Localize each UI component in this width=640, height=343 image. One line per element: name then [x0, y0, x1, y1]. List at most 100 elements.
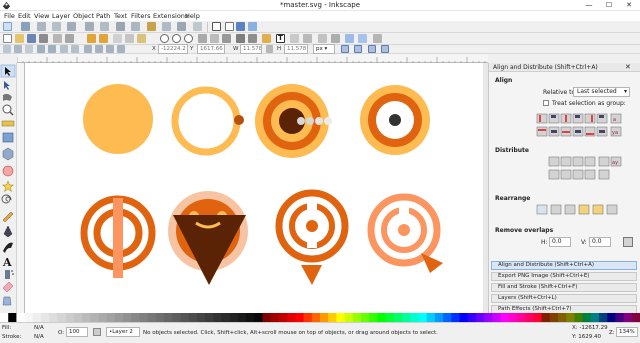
palette-swatch[interactable] [98, 313, 108, 322]
palette-swatch[interactable] [131, 313, 140, 322]
palette-swatch[interactable] [254, 313, 264, 322]
flip-vertical-icon[interactable] [71, 45, 79, 53]
palette-swatch[interactable] [246, 313, 255, 322]
palette-swatch[interactable] [237, 313, 247, 322]
duplicate-icon[interactable] [198, 34, 207, 43]
palette-swatch[interactable] [418, 313, 428, 322]
icon-target-with-bar[interactable] [80, 195, 156, 278]
dock-export-png[interactable]: Export PNG Image (Shift+Ctrl+E) [491, 272, 637, 281]
snap-bbox-icon[interactable] [37, 22, 46, 31]
palette-swatch[interactable] [180, 313, 190, 322]
palette-swatch[interactable] [500, 313, 510, 322]
spiral-tool-icon[interactable] [1, 194, 12, 204]
palette-swatch[interactable] [328, 313, 337, 322]
lower-to-bottom-icon[interactable] [117, 45, 125, 53]
tool-box-icon[interactable] [345, 34, 354, 43]
palette-swatch[interactable] [221, 313, 231, 322]
palette-swatch[interactable] [123, 313, 132, 322]
palette-swatch[interactable] [352, 313, 362, 322]
snap-midpoint-icon[interactable] [147, 22, 156, 31]
icon-target-with-slider[interactable] [255, 84, 332, 158]
palette-swatch[interactable] [16, 313, 26, 322]
snap-icon[interactable] [21, 22, 30, 31]
palette-swatch[interactable] [57, 313, 67, 322]
palette-swatch[interactable] [106, 313, 116, 322]
palette-swatch[interactable] [172, 313, 182, 322]
palette-swatch[interactable] [262, 313, 272, 322]
palette-swatch[interactable] [623, 313, 633, 322]
palette-swatch[interactable] [320, 313, 329, 322]
spray-tool-icon[interactable] [5, 270, 14, 279]
menu-extensions[interactable]: Extensions [153, 12, 188, 20]
symbols-icon[interactable] [358, 34, 367, 43]
unlink-clone-icon[interactable] [222, 34, 231, 43]
palette-swatch[interactable] [451, 313, 460, 322]
h-field[interactable]: 11.578 [284, 44, 308, 54]
tweak-tool-icon[interactable] [3, 93, 12, 101]
palette-swatch[interactable] [557, 313, 567, 322]
w-field[interactable]: 11.578 [240, 44, 262, 54]
unit-select[interactable]: px ▾ [313, 44, 335, 54]
xml-editor-icon[interactable] [290, 34, 299, 43]
star-tool-icon[interactable] [1, 180, 15, 193]
transform-patterns-icon[interactable] [381, 45, 389, 53]
palette-swatch[interactable] [459, 313, 469, 322]
color-palette[interactable] [0, 313, 640, 322]
palette-swatch[interactable] [574, 313, 584, 322]
zoom-selection-icon[interactable] [160, 34, 169, 43]
palette-swatch[interactable] [467, 313, 477, 322]
deselect-icon[interactable] [25, 45, 33, 53]
palette-swatch[interactable] [49, 313, 58, 322]
snap-rotation-icon[interactable] [177, 22, 186, 31]
print-icon[interactable] [39, 34, 48, 43]
new-document-icon[interactable] [3, 34, 12, 43]
save-icon[interactable] [27, 34, 36, 43]
palette-swatch[interactable] [508, 313, 518, 322]
raise-to-top-icon[interactable] [84, 45, 92, 53]
node-tool-icon[interactable] [4, 81, 10, 90]
rect-tool-icon[interactable] [2, 132, 14, 143]
palette-swatch[interactable] [188, 313, 198, 322]
cut-icon[interactable] [125, 34, 134, 43]
palette-swatch[interactable] [24, 313, 34, 322]
palette-swatch[interactable] [615, 313, 625, 322]
scale-corners-icon[interactable] [354, 45, 362, 53]
snap-corner-icon[interactable] [67, 22, 76, 31]
export-icon[interactable] [65, 34, 74, 43]
rotate-ccw-icon[interactable] [37, 45, 45, 53]
eraser-tool-icon[interactable] [2, 281, 14, 293]
palette-swatch[interactable] [73, 313, 83, 322]
import-icon[interactable] [53, 34, 62, 43]
palette-swatch[interactable] [311, 313, 321, 322]
zoom-drawing-icon[interactable] [172, 34, 181, 43]
menu-help[interactable]: Help [185, 12, 200, 20]
ungroup-icon[interactable] [248, 34, 257, 43]
bucket-tool-icon[interactable] [2, 296, 12, 306]
snap-path-icon[interactable] [100, 22, 109, 31]
menu-layer[interactable]: Layer [52, 12, 70, 20]
palette-swatch[interactable] [525, 313, 534, 322]
palette-swatch[interactable] [270, 313, 280, 322]
lock-icon[interactable] [266, 45, 273, 53]
flip-horizontal-icon[interactable] [60, 45, 68, 53]
palette-swatch[interactable] [385, 313, 395, 322]
icon-target-dark-center[interactable] [360, 85, 430, 155]
open-icon[interactable] [15, 34, 24, 43]
menu-text[interactable]: Text [114, 12, 127, 20]
clone-icon[interactable] [210, 34, 219, 43]
palette-swatch[interactable] [434, 313, 444, 322]
palette-swatch[interactable] [582, 313, 592, 322]
undo-icon[interactable] [87, 34, 96, 43]
layer-select[interactable]: •Layer 2 [106, 327, 140, 337]
copy-icon[interactable] [113, 34, 122, 43]
calligraphy-tool-icon[interactable] [3, 242, 13, 253]
layer-visibility-icon[interactable] [93, 328, 101, 336]
palette-swatch[interactable] [295, 313, 305, 322]
icon-maze-pin[interactable] [275, 189, 349, 285]
scale-stroke-icon[interactable] [341, 45, 349, 53]
palette-swatch[interactable] [369, 313, 378, 322]
panel-close-icon[interactable]: ✕ [625, 63, 631, 71]
h-gap-input[interactable]: 0.0 [549, 237, 571, 247]
palette-swatch[interactable] [65, 313, 75, 322]
align-distribute-icon[interactable] [303, 34, 312, 43]
